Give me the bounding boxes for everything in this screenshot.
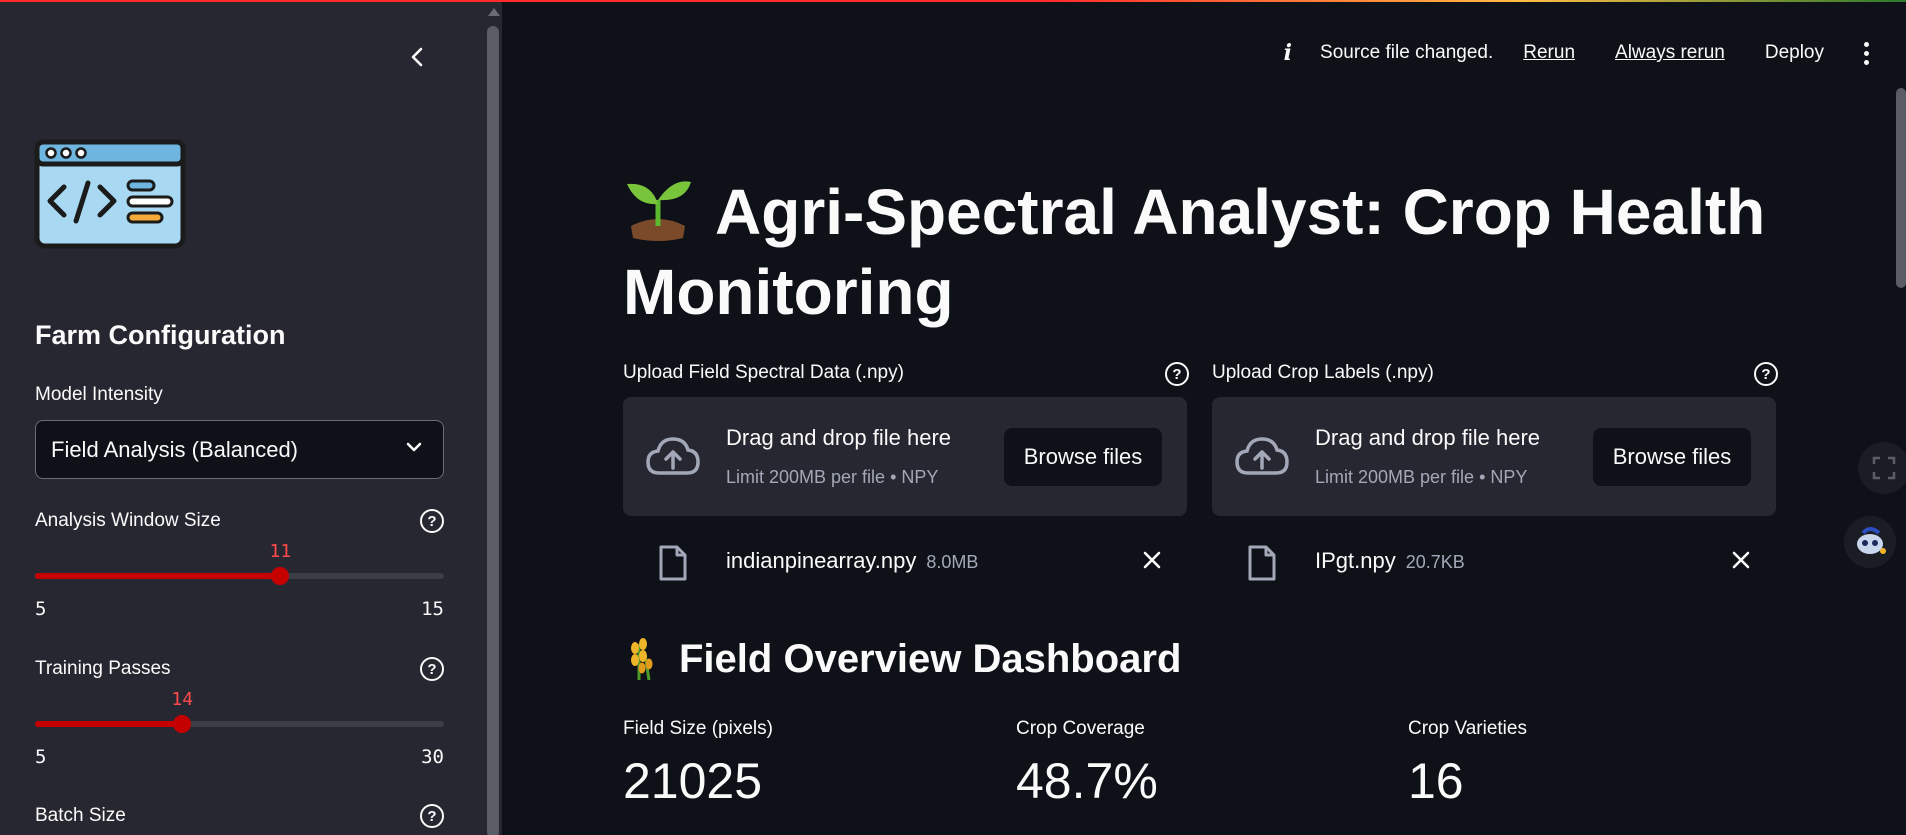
dropzone-limit: Limit 200MB per file • NPY bbox=[726, 467, 939, 487]
slider-min: 5 bbox=[35, 598, 47, 620]
batch-size-label: Batch Size bbox=[35, 805, 126, 826]
always-rerun-button[interactable]: Always rerun bbox=[1615, 42, 1725, 64]
metric-value: 16 bbox=[1408, 753, 1464, 809]
section-title: Field Overview Dashboard bbox=[623, 636, 1181, 682]
scroll-up-arrow-icon[interactable] bbox=[488, 8, 500, 16]
vertical-dots-icon[interactable] bbox=[1864, 41, 1870, 65]
window-size-help-icon[interactable]: ? bbox=[420, 509, 444, 533]
labels-upload-label: Upload Crop Labels (.npy) bbox=[1212, 362, 1434, 383]
seedling-icon bbox=[627, 181, 691, 241]
rerun-label: Rerun bbox=[1523, 42, 1576, 63]
collapse-sidebar-button[interactable] bbox=[404, 44, 430, 70]
chevron-left-icon bbox=[411, 47, 423, 67]
uploaded-file: IPgt.npy 20.7KB bbox=[1212, 540, 1776, 584]
top-decoration-bar bbox=[0, 0, 1906, 2]
model-intensity-select[interactable]: Field Analysis (Balanced) bbox=[35, 420, 444, 479]
page-title-text: Agri-Spectral Analyst: Crop Health Monit… bbox=[623, 176, 1766, 328]
metric-label: Field Size (pixels) bbox=[623, 718, 773, 739]
training-passes-help-icon[interactable]: ? bbox=[420, 657, 444, 681]
robot-icon bbox=[1857, 527, 1886, 554]
training-passes-label: Training Passes bbox=[35, 658, 171, 679]
window-size-slider[interactable]: 11 bbox=[35, 541, 444, 585]
cloud-upload-icon bbox=[646, 437, 700, 475]
sidebar-heading: Farm Configuration bbox=[35, 320, 286, 350]
slider-max: 15 bbox=[421, 598, 444, 620]
close-icon[interactable] bbox=[1142, 550, 1162, 570]
dropzone-title: Drag and drop file here bbox=[726, 425, 952, 450]
file-icon bbox=[659, 545, 687, 581]
uploaded-file: indianpinearray.npy 8.0MB bbox=[623, 540, 1187, 584]
status-message: Source file changed. bbox=[1320, 42, 1494, 63]
file-icon bbox=[1248, 545, 1276, 581]
metric-value: 48.7% bbox=[1016, 753, 1158, 809]
slider-value: 11 bbox=[269, 541, 292, 562]
spectral-dropzone[interactable]: Drag and drop file here Limit 200MB per … bbox=[623, 397, 1187, 516]
code-window-icon bbox=[34, 139, 186, 249]
dropzone-title: Drag and drop file here bbox=[1315, 425, 1541, 450]
close-icon[interactable] bbox=[1731, 550, 1751, 570]
sidebar-scrollbar[interactable] bbox=[484, 0, 502, 835]
page-title: Agri-Spectral Analyst: Crop Health Monit… bbox=[623, 172, 1803, 332]
file-name-row: IPgt.npy 20.7KB bbox=[1315, 548, 1465, 574]
chevron-down-icon bbox=[406, 442, 422, 452]
slider-fill bbox=[35, 721, 183, 727]
main-content: i Source file changed. Rerun Always reru… bbox=[502, 0, 1906, 835]
slider-min: 5 bbox=[35, 746, 47, 768]
file-name: IPgt.npy bbox=[1315, 548, 1396, 573]
slider-value: 14 bbox=[171, 689, 194, 710]
file-size: 8.0MB bbox=[926, 552, 979, 572]
file-name-row: indianpinearray.npy 8.0MB bbox=[726, 548, 978, 574]
always-rerun-label: Always rerun bbox=[1615, 42, 1725, 63]
training-passes-slider[interactable]: 14 bbox=[35, 689, 444, 733]
section-title-text: Field Overview Dashboard bbox=[679, 636, 1182, 681]
batch-size-help-icon[interactable]: ? bbox=[420, 804, 444, 828]
training-passes-range: 5 30 bbox=[35, 746, 444, 768]
spectral-upload-help-icon[interactable]: ? bbox=[1165, 362, 1189, 386]
crop-frame-icon bbox=[1872, 456, 1896, 480]
window-size-label: Analysis Window Size bbox=[35, 510, 221, 531]
sidebar: Farm Configuration Model Intensity Field… bbox=[0, 0, 502, 835]
metric-label: Crop Coverage bbox=[1016, 718, 1145, 739]
rerun-button[interactable]: Rerun bbox=[1523, 42, 1575, 64]
file-name: indianpinearray.npy bbox=[726, 548, 917, 573]
window-size-range: 5 15 bbox=[35, 598, 444, 620]
slider-fill bbox=[35, 573, 281, 579]
file-size: 20.7KB bbox=[1405, 552, 1465, 572]
assistant-bot-button[interactable] bbox=[1844, 516, 1896, 568]
slider-max: 30 bbox=[421, 746, 444, 768]
labels-dropzone[interactable]: Drag and drop file here Limit 200MB per … bbox=[1212, 397, 1776, 516]
info-icon: i bbox=[1283, 40, 1293, 66]
slider-thumb[interactable] bbox=[173, 715, 192, 733]
browse-files-button[interactable]: Browse files bbox=[1593, 428, 1751, 486]
labels-upload-help-icon[interactable]: ? bbox=[1754, 362, 1778, 386]
spectral-upload-label: Upload Field Spectral Data (.npy) bbox=[623, 362, 904, 383]
screenshot-button[interactable] bbox=[1858, 442, 1906, 494]
slider-thumb[interactable] bbox=[271, 567, 290, 585]
metric-label: Crop Varieties bbox=[1408, 718, 1527, 739]
app-toolbar: i Source file changed. Rerun Always reru… bbox=[1284, 38, 1906, 68]
model-intensity-value: Field Analysis (Balanced) bbox=[51, 436, 299, 462]
model-intensity-label: Model Intensity bbox=[35, 384, 163, 405]
dropzone-limit: Limit 200MB per file • NPY bbox=[1315, 467, 1528, 487]
metric-value: 21025 bbox=[623, 753, 763, 809]
cloud-upload-icon bbox=[1235, 437, 1289, 475]
wheat-icon bbox=[631, 638, 653, 681]
scrollbar-thumb[interactable] bbox=[487, 26, 499, 835]
main-scrollbar[interactable] bbox=[1896, 88, 1906, 288]
browse-files-button[interactable]: Browse files bbox=[1004, 428, 1162, 486]
deploy-button[interactable]: Deploy bbox=[1765, 42, 1824, 64]
